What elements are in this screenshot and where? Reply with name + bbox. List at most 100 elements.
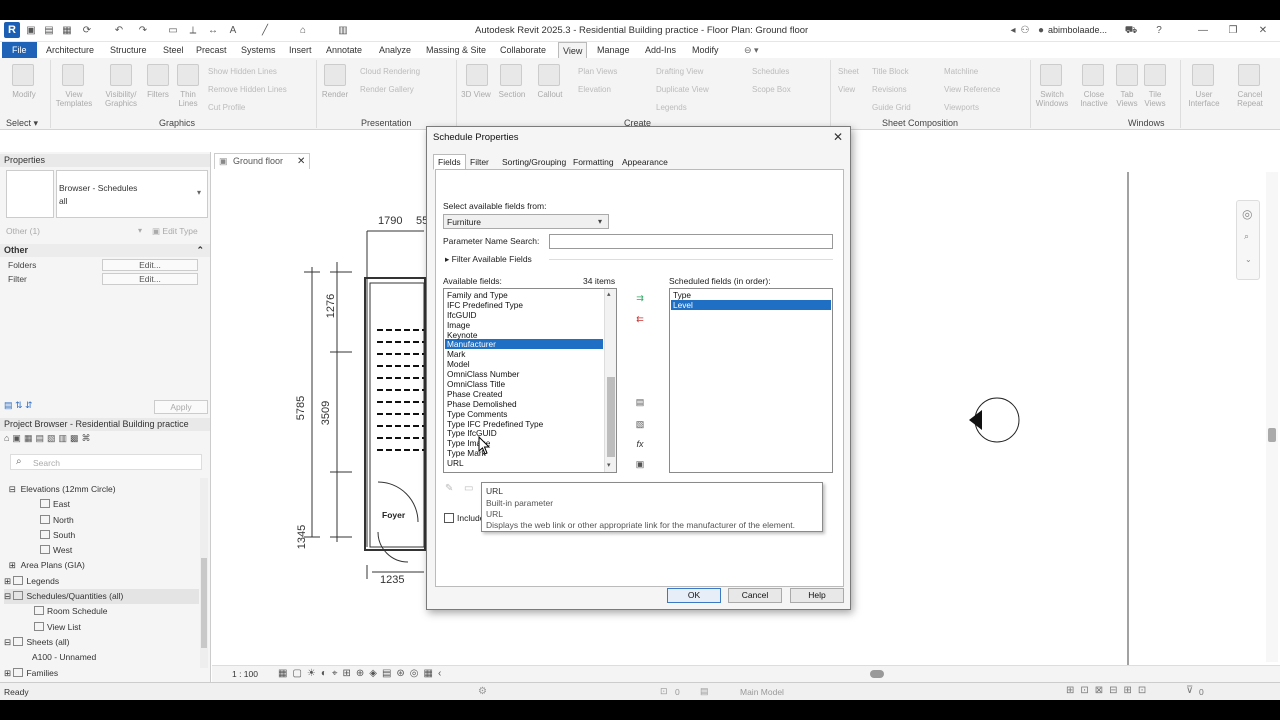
tab-appearance[interactable]: Appearance	[617, 154, 673, 170]
instance-filter[interactable]: Other (1)	[6, 224, 40, 238]
tab-filter[interactable]: Filter	[465, 154, 494, 170]
field-mark[interactable]: Mark	[445, 349, 603, 359]
callout-icon[interactable]	[538, 64, 560, 86]
tab-collaborate[interactable]: Collaborate	[496, 42, 550, 58]
3d-view-icon[interactable]: ⌂	[296, 24, 310, 37]
calculated-value-icon[interactable]: fx	[634, 438, 646, 450]
available-fields-list[interactable]: Family and Type IFC Predefined Type IfcG…	[443, 288, 617, 473]
scheduled-type[interactable]: Type	[671, 290, 831, 300]
filter-available-toggle[interactable]: ▸ Filter Available Fields	[445, 254, 532, 265]
field-type-image[interactable]: Type Image	[445, 438, 603, 448]
matchline[interactable]: Matchline	[944, 67, 978, 76]
group-other[interactable]: Other ⌃	[0, 244, 210, 257]
property-tools-icon[interactable]: ▤ ⇅ ⇵	[4, 400, 56, 414]
browser-search[interactable]: ⌕ Search	[10, 454, 202, 470]
field-model[interactable]: Model	[445, 359, 603, 369]
legends[interactable]: Legends	[656, 103, 687, 112]
type-selector[interactable]: Browser - Schedules all ▾	[56, 170, 208, 218]
field-ifc-predefined-type[interactable]: IFC Predefined Type	[445, 300, 603, 310]
field-type-comments[interactable]: Type Comments	[445, 409, 603, 419]
apply-button[interactable]: Apply	[154, 400, 208, 414]
field-phase-created[interactable]: Phase Created	[445, 389, 603, 399]
tree-sheets[interactable]: ⊟ Sheets (all)	[4, 635, 199, 650]
tab-analyze[interactable]: Analyze	[375, 42, 415, 58]
panel-toggle-icon[interactable]: ⊖ ▾	[740, 42, 763, 58]
tab-insert[interactable]: Insert	[285, 42, 316, 58]
edit-type-button[interactable]: ▣ Edit Type	[152, 224, 208, 238]
browser-toolbar[interactable]: ⌂▣▦▤▧▥▩⌘	[4, 433, 148, 447]
tab-file[interactable]: File	[2, 42, 37, 58]
scroll-down-icon[interactable]: ▾	[607, 461, 611, 469]
cut-profile[interactable]: Cut Profile	[208, 103, 245, 112]
add-field-icon[interactable]: ⇉	[634, 292, 646, 304]
tree-east[interactable]: East	[4, 497, 199, 512]
field-manufacturer[interactable]: Manufacturer	[445, 339, 603, 349]
render-gallery[interactable]: Render Gallery	[360, 85, 414, 94]
editable-icon[interactable]: ⊡	[660, 686, 668, 697]
drafting-view[interactable]: Drafting View	[656, 67, 703, 76]
scroll-up-icon[interactable]: ▴	[607, 290, 611, 298]
field-omniclass-title[interactable]: OmniClass Title	[445, 379, 603, 389]
field-url[interactable]: URL	[445, 458, 603, 468]
tab-structure[interactable]: Structure	[106, 42, 151, 58]
field-omniclass-number[interactable]: OmniClass Number	[445, 369, 603, 379]
view-tool[interactable]: View	[838, 85, 855, 94]
render-icon[interactable]	[324, 64, 346, 86]
close-icon[interactable]: ✕	[1256, 24, 1270, 37]
cancel-repeat-icon[interactable]	[1238, 64, 1260, 86]
binoculars-icon[interactable]: ⚇	[1018, 24, 1032, 37]
user-interface-icon[interactable]	[1192, 64, 1214, 86]
show-hidden-lines[interactable]: Show Hidden Lines	[208, 67, 277, 76]
zoom-icon[interactable]: ⌕	[1244, 231, 1249, 242]
field-type-ifc-predefined-type[interactable]: Type IFC Predefined Type	[445, 419, 603, 429]
tag-icon[interactable]: A	[226, 24, 240, 37]
selection-toggles[interactable]: ⊞⊡⊠⊟⊞⊡	[1066, 685, 1152, 696]
view-controls[interactable]: ▦▢☀◐⌖⊞⊕◈▤⊛◎▦‹	[278, 668, 446, 679]
tab-steel[interactable]: Steel	[159, 42, 188, 58]
tree-schedules[interactable]: ⊟ Schedules/Quantities (all)	[4, 589, 199, 605]
tab-architecture[interactable]: Architecture	[42, 42, 98, 58]
scheduled-level[interactable]: Level	[671, 299, 831, 310]
tab-modify[interactable]: Modify	[688, 42, 723, 58]
view-reference[interactable]: View Reference	[944, 85, 1000, 94]
3d-view-tool-icon[interactable]	[466, 64, 488, 86]
tab-add-ins[interactable]: Add-Ins	[641, 42, 680, 58]
tab-massing-site[interactable]: Massing & Site	[422, 42, 490, 58]
view-scale[interactable]: 1 : 100	[232, 669, 258, 679]
field-phase-demolished[interactable]: Phase Demolished	[445, 399, 603, 409]
help-button[interactable]: Help	[790, 588, 844, 603]
active-model[interactable]: Main Model	[740, 687, 784, 697]
tab-view[interactable]: View	[558, 42, 588, 58]
user-icon[interactable]: ●	[1034, 24, 1048, 37]
filters-icon[interactable]	[147, 64, 169, 86]
cloud-rendering[interactable]: Cloud Rendering	[360, 67, 420, 76]
tree-south[interactable]: South	[4, 528, 199, 543]
plan-views[interactable]: Plan Views	[578, 67, 617, 76]
sheet[interactable]: Sheet	[838, 67, 859, 76]
nav-chevron-icon[interactable]: ⌄	[1245, 255, 1252, 264]
modify-icon[interactable]	[12, 64, 34, 86]
tree-area-plans[interactable]: ⊞ Area Plans (GIA)	[4, 558, 199, 573]
navigation-bar[interactable]: ◎ ⌕ ⌄	[1236, 200, 1260, 280]
add-parameter-icon[interactable]: ▤	[634, 396, 646, 408]
scheduled-fields-list[interactable]: Type Level	[669, 288, 833, 473]
tree-west[interactable]: West	[4, 543, 199, 558]
include-checkbox[interactable]	[444, 513, 454, 523]
tab-formatting[interactable]: Formatting	[568, 154, 619, 170]
restore-icon[interactable]: ❐	[1226, 24, 1240, 37]
tab-views-icon[interactable]	[1116, 64, 1138, 86]
schedules[interactable]: Schedules	[752, 67, 789, 76]
close-inactive-icon[interactable]	[1082, 64, 1104, 86]
tree-a100[interactable]: A100 - Unnamed	[4, 650, 199, 665]
undo-icon[interactable]: ↶	[112, 24, 126, 37]
select-from-dropdown[interactable]: Furniture ▾	[443, 214, 609, 229]
switch-windows-tool-icon[interactable]	[1040, 64, 1062, 86]
scroll-thumb[interactable]	[607, 377, 615, 457]
tab-annotate[interactable]: Annotate	[322, 42, 366, 58]
view-tab-ground-floor[interactable]: ▣ Ground floor ✕	[214, 153, 310, 169]
remove-field-icon[interactable]: ⇇	[634, 313, 646, 325]
title-block[interactable]: Title Block	[872, 67, 909, 76]
tab-precast[interactable]: Precast	[192, 42, 231, 58]
view-templates-icon[interactable]	[62, 64, 84, 86]
minimize-icon[interactable]: —	[1196, 24, 1210, 37]
